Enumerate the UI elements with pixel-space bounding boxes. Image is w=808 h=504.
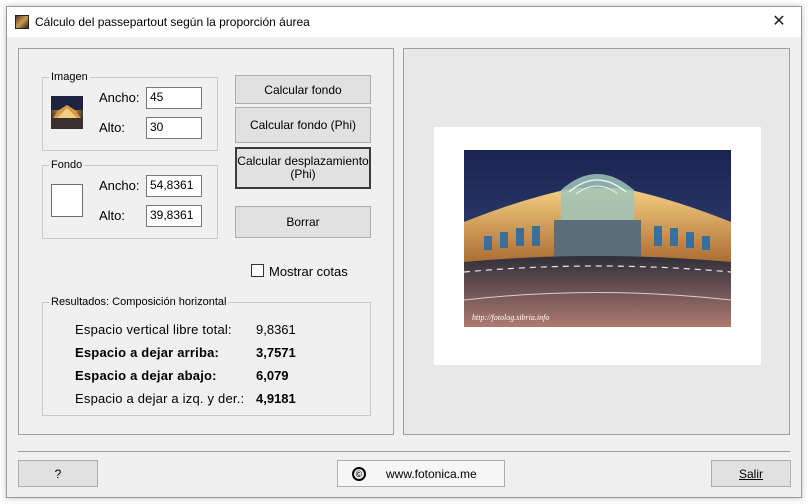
app-icon [15,15,29,29]
fondo-swatch [51,184,83,217]
fondo-group: Fondo Ancho: 54,8361 Alto: 39,8361 [42,158,218,239]
imagen-ancho-input[interactable]: 45 [146,87,202,109]
app-window: Cálculo del passepartout según la propor… [6,6,802,498]
left-panel: Imagen Ancho: 45 Alto: 30 Fondo Ancho: 5… [18,48,394,435]
fondo-ancho-label: Ancho: [99,178,140,193]
imagen-alto-label: Alto: [99,120,126,135]
imagen-alto-input[interactable]: 30 [146,117,202,139]
image-thumbnail [51,96,83,129]
copyright-icon: © [352,467,366,481]
mostrar-cotas-label: Mostrar cotas [269,264,348,279]
imagen-legend: Imagen [49,70,90,84]
fondo-alto-label: Alto: [99,208,126,223]
salir-button[interactable]: Salir [711,460,791,487]
resultados-group: Resultados: Composición horizontal Espac… [42,295,371,416]
calcular-desplazamiento-button[interactable]: Calcular desplazamiento (Phi) [235,147,371,189]
result-value-abajo: 6,079 [256,368,289,383]
preview-panel: http://fotolog.sibria.info [403,48,790,435]
title-bar: Cálculo del passepartout según la propor… [7,7,801,37]
salir-label: Salir [738,466,763,481]
help-button[interactable]: ? [18,460,98,487]
fondo-legend: Fondo [49,158,85,172]
website-link-label: www.fotonica.me [386,467,477,481]
borrar-button[interactable]: Borrar [235,206,371,238]
website-link[interactable]: © www.fotonica.me [337,460,505,487]
calcular-fondo-label: Calcular fondo [264,82,342,97]
preview-photo: http://fotolog.sibria.info [464,150,731,327]
result-label-abajo: Espacio a dejar abajo: [75,368,217,383]
mostrar-cotas-checkbox[interactable] [251,264,264,277]
calcular-fondo-phi-label: Calcular fondo (Phi) [249,118,357,132]
window-title: Cálculo del passepartout según la propor… [35,15,310,29]
fondo-ancho-input[interactable]: 54,8361 [146,175,202,197]
calcular-fondo-phi-button[interactable]: Calcular fondo (Phi) [235,107,371,143]
result-value-arriba: 3,7571 [256,345,296,360]
result-label-vertical-total: Espacio vertical libre total: [75,322,232,337]
close-button[interactable]: ✕ [757,7,801,37]
footer-separator [18,451,790,452]
preview-watermark: http://fotolog.sibria.info [472,313,549,322]
calcular-fondo-button[interactable]: Calcular fondo [235,75,371,104]
result-label-arriba: Espacio a dejar arriba: [75,345,220,360]
result-value-vertical-total: 9,8361 [256,322,296,337]
resultados-legend: Resultados: Composición horizontal [49,295,229,309]
borrar-label: Borrar [286,215,320,229]
help-label: ? [54,466,62,481]
calcular-desplazamiento-label-2: (Phi) [290,167,316,181]
fondo-alto-input[interactable]: 39,8361 [146,205,202,227]
result-label-izq-der: Espacio a dejar a izq. y der.: [75,391,245,406]
result-value-izq-der: 4,9181 [256,391,296,406]
imagen-group: Imagen Ancho: 45 Alto: 30 [42,70,218,151]
imagen-ancho-label: Ancho: [99,90,140,105]
passepartout-mat: http://fotolog.sibria.info [434,127,761,365]
